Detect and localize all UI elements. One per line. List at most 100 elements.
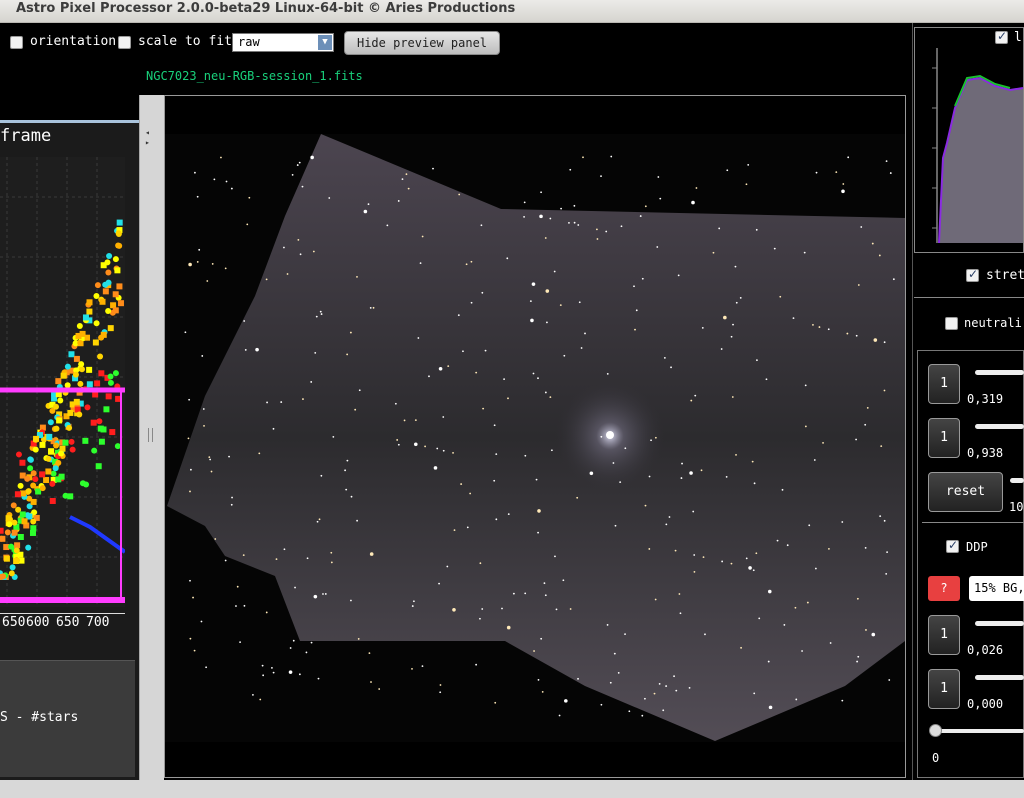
star xyxy=(523,215,525,218)
collapse-arrows-icon[interactable]: ◂ ▸ xyxy=(145,128,150,148)
star xyxy=(818,326,821,328)
slider2-track[interactable] xyxy=(975,424,1024,429)
star xyxy=(495,453,498,456)
star xyxy=(841,189,845,194)
star xyxy=(580,347,583,349)
star xyxy=(880,445,883,447)
star xyxy=(370,681,372,683)
star xyxy=(298,161,301,164)
star xyxy=(544,237,547,239)
star xyxy=(211,263,214,265)
chart-point xyxy=(19,459,26,466)
chevron-down-icon[interactable]: ▼ xyxy=(318,35,332,50)
help-button[interactable]: ? xyxy=(928,576,960,601)
slider4-track[interactable] xyxy=(975,621,1024,626)
star xyxy=(562,579,565,582)
star xyxy=(792,317,795,320)
frame-analysis-chart xyxy=(0,157,125,607)
stretch-checkbox[interactable] xyxy=(966,267,979,282)
slider1-track[interactable] xyxy=(975,370,1024,375)
star xyxy=(804,384,807,387)
star xyxy=(693,570,696,573)
slider1-reset-button[interactable]: 1 xyxy=(928,364,960,404)
slider3-track[interactable] xyxy=(1010,478,1024,483)
x-tick-label: 600 xyxy=(26,615,50,630)
star xyxy=(369,307,372,309)
star xyxy=(368,652,371,655)
star xyxy=(397,200,400,202)
star xyxy=(280,401,283,403)
slider6-thumb[interactable] xyxy=(929,724,942,737)
star xyxy=(813,459,816,461)
scale-to-fit-label: scale to fit xyxy=(138,34,232,49)
star xyxy=(405,173,408,176)
star xyxy=(855,438,857,441)
chart-point xyxy=(100,331,107,338)
star xyxy=(213,178,216,181)
scale-to-fit-checkbox[interactable] xyxy=(118,36,131,49)
star xyxy=(481,608,484,610)
chart-point xyxy=(52,465,59,472)
star xyxy=(613,652,616,655)
star xyxy=(265,278,268,281)
star xyxy=(330,551,333,554)
star xyxy=(332,435,335,438)
chart-point xyxy=(55,476,62,483)
slider5-track[interactable] xyxy=(975,675,1024,680)
star xyxy=(421,235,424,238)
star xyxy=(648,475,651,478)
orientation-checkbox[interactable] xyxy=(10,36,23,49)
star xyxy=(883,519,886,522)
chart-point xyxy=(83,481,90,488)
slider4-reset-button[interactable]: 1 xyxy=(928,615,960,655)
star xyxy=(537,377,539,380)
star xyxy=(350,599,352,602)
chart-point xyxy=(0,535,6,542)
chart-point xyxy=(86,366,93,373)
star xyxy=(507,513,510,516)
chart-point xyxy=(56,417,63,424)
splitter-grip-icon[interactable] xyxy=(148,428,153,442)
reset-button[interactable]: reset xyxy=(928,472,1003,512)
star xyxy=(356,276,358,278)
chart-point xyxy=(84,404,91,411)
star xyxy=(544,391,547,394)
chart-point xyxy=(91,447,98,454)
slider6-track[interactable] xyxy=(930,729,1024,733)
chart-point xyxy=(24,475,31,482)
star xyxy=(369,552,374,556)
ddp-preset-field[interactable]: 15% BG, xyxy=(969,576,1024,601)
star xyxy=(246,223,249,226)
star xyxy=(533,650,535,652)
histogram-checkbox[interactable] xyxy=(995,29,1008,44)
star xyxy=(189,490,191,493)
star xyxy=(357,638,360,640)
star xyxy=(576,496,579,499)
star xyxy=(438,582,440,585)
chart-point xyxy=(117,300,124,307)
star xyxy=(310,155,314,160)
neutralize-checkbox[interactable] xyxy=(945,317,958,330)
hide-preview-panel-button[interactable]: Hide preview panel xyxy=(344,31,500,55)
star xyxy=(493,479,496,482)
display-mode-select[interactable]: raw ▼ xyxy=(232,33,334,52)
chart-point xyxy=(107,379,114,386)
star xyxy=(481,291,484,294)
chart-point xyxy=(116,242,123,249)
ddp-checkbox[interactable] xyxy=(946,538,959,553)
star xyxy=(469,492,472,495)
star xyxy=(397,443,400,446)
neutralize-label: neutrali xyxy=(964,316,1022,330)
star xyxy=(194,171,196,174)
star xyxy=(781,488,784,491)
stretch-label: stret xyxy=(986,268,1024,283)
star xyxy=(658,682,661,685)
star xyxy=(225,180,228,183)
star xyxy=(202,408,205,410)
slider5-reset-button[interactable]: 1 xyxy=(928,669,960,709)
star xyxy=(753,692,756,695)
star xyxy=(624,633,626,635)
chart-point xyxy=(8,570,15,577)
slider2-reset-button[interactable]: 1 xyxy=(928,418,960,458)
image-preview[interactable] xyxy=(164,95,906,778)
